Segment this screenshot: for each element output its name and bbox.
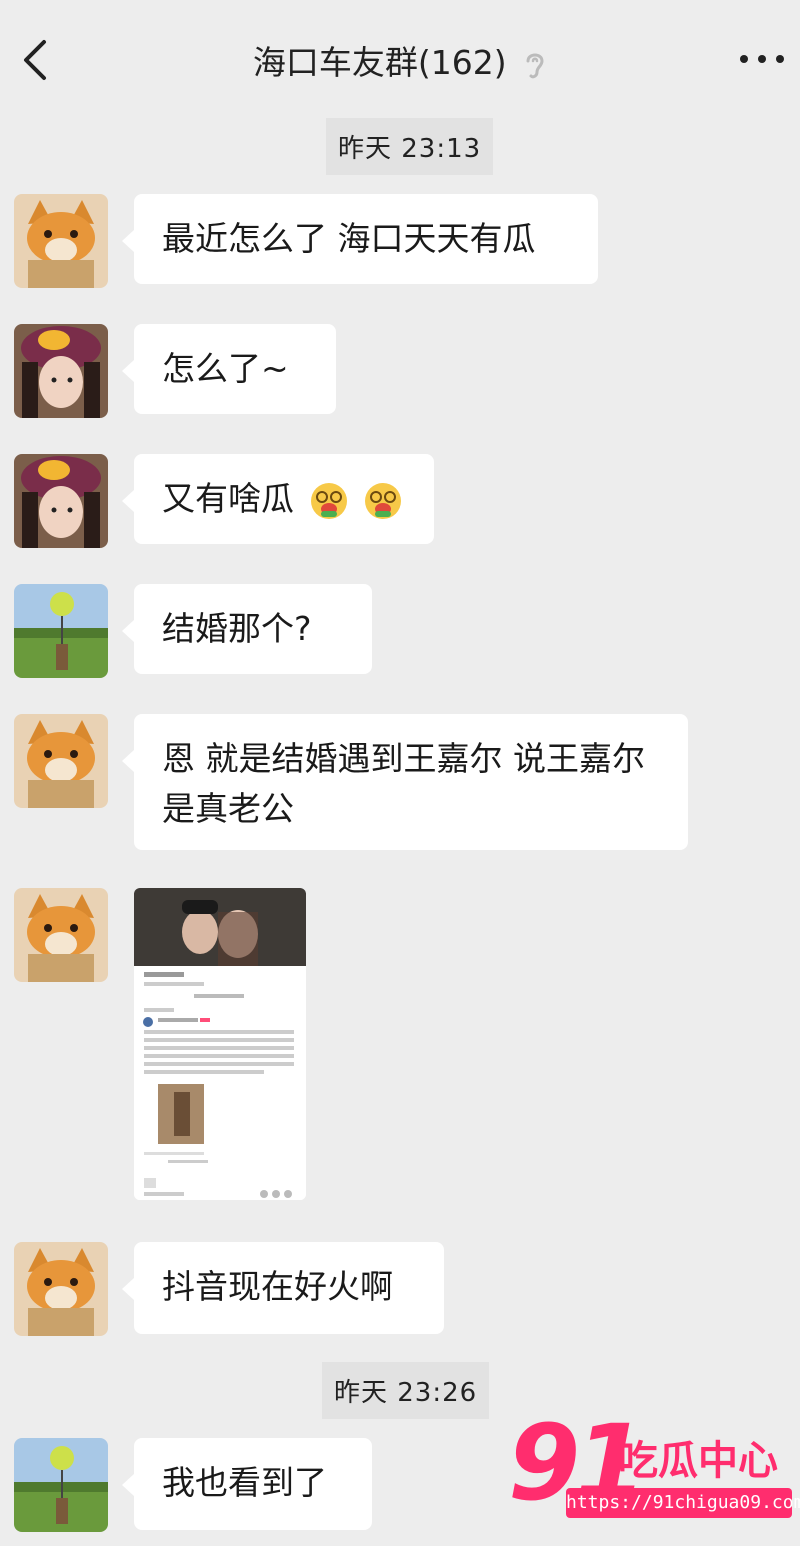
more-options-button[interactable]: [738, 48, 786, 72]
message-bubble[interactable]: 我也看到了: [122, 1438, 372, 1530]
screenshot-thumbnail: [134, 888, 306, 1200]
message-text: 结婚那个?: [162, 609, 312, 648]
message-bubble[interactable]: 抖音现在好火啊: [122, 1242, 444, 1334]
hehe-emoji-icon: [365, 482, 401, 519]
chat-header: 海口车友群(162): [0, 0, 800, 120]
avatar-cat[interactable]: [14, 888, 108, 982]
message-bubble[interactable]: 又有啥瓜: [122, 454, 434, 544]
field-avatar-image: [14, 584, 108, 678]
chat-title: 海口车友群(162): [252, 43, 507, 82]
message-text: 抖音现在好火啊: [162, 1267, 393, 1306]
message-text: 恩 就是结婚遇到王嘉尔 说王嘉尔是真老公: [162, 739, 645, 828]
ear-off-icon: [526, 53, 544, 78]
message-text: 怎么了~: [162, 349, 289, 388]
avatar-girl[interactable]: [14, 324, 108, 418]
image-message[interactable]: [134, 888, 306, 1200]
hehe-emoji-icon: [310, 482, 347, 519]
cat-avatar-image: [14, 1242, 108, 1336]
avatar-girl[interactable]: [14, 454, 108, 548]
message-text: 最近怎么了 海口天天有瓜: [162, 219, 536, 258]
timestamp: 昨天 23:13: [326, 118, 494, 175]
cat-avatar-image: [14, 194, 108, 288]
more-dots-icon: [740, 55, 748, 63]
more-dot: [758, 55, 766, 63]
avatar-field[interactable]: [14, 584, 108, 678]
cat-avatar-image: [14, 714, 108, 808]
message-bubble[interactable]: 结婚那个?: [122, 584, 372, 674]
girl-avatar-image: [14, 454, 108, 548]
watermark-logo: 91 吃瓜中心 https://91chigua09.com: [508, 1408, 800, 1528]
avatar-cat[interactable]: [14, 194, 108, 288]
cat-avatar-image: [14, 888, 108, 982]
avatar-cat[interactable]: [14, 714, 108, 808]
more-dot: [776, 55, 784, 63]
field-avatar-image: [14, 1438, 108, 1532]
watermark-url: https://91chigua09.com: [566, 1488, 800, 1518]
chat-title-wrap: 海口车友群(162): [0, 36, 800, 84]
message-text: 我也看到了: [162, 1463, 327, 1502]
message-bubble[interactable]: 怎么了~: [122, 324, 336, 414]
message-bubble[interactable]: 恩 就是结婚遇到王嘉尔 说王嘉尔是真老公: [122, 714, 688, 850]
avatar-field[interactable]: [14, 1438, 108, 1532]
avatar-cat[interactable]: [14, 1242, 108, 1336]
girl-avatar-image: [14, 324, 108, 418]
message-text: 又有啥瓜: [162, 479, 294, 518]
watermark-name: 吃瓜中心: [618, 1438, 778, 1484]
timestamp: 昨天 23:26: [322, 1362, 490, 1419]
message-bubble[interactable]: 最近怎么了 海口天天有瓜: [122, 194, 598, 284]
